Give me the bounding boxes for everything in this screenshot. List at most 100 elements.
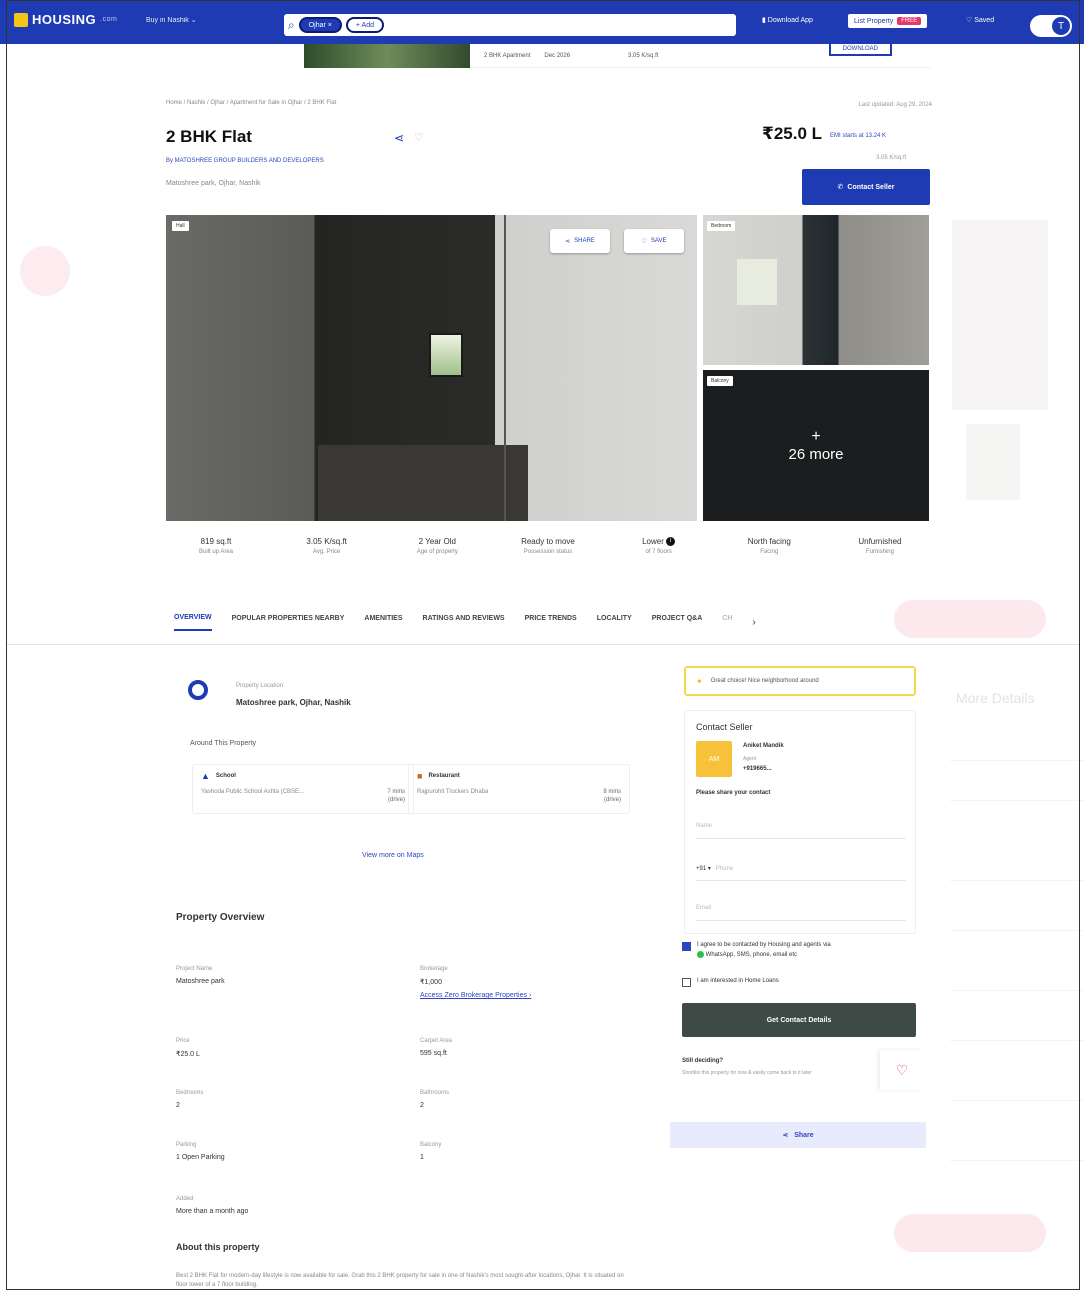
nearby-category: ■ Restaurant bbox=[417, 771, 621, 781]
home-loans-text: I am interested in Home Loans bbox=[697, 978, 779, 984]
tab-truncated[interactable]: CH bbox=[722, 615, 732, 630]
profile-menu-button[interactable]: T bbox=[1030, 15, 1072, 37]
developer-link[interactable]: By MATOSHREE GROUP BUILDERS AND DEVELOPE… bbox=[166, 158, 324, 164]
share-contact-prompt: Please share your contact bbox=[696, 790, 771, 796]
chevron-down-icon: ▾ bbox=[707, 866, 715, 872]
overview-value: 2 bbox=[420, 1102, 424, 1109]
housing-logo[interactable]: HOUSING .com bbox=[14, 12, 117, 27]
share-icon[interactable]: ⋖ bbox=[394, 131, 404, 145]
notice-text: Great choice! Nice neighborhood around bbox=[710, 678, 819, 684]
saved-label: Saved bbox=[974, 17, 995, 24]
overview-label: Added bbox=[176, 1196, 194, 1202]
gallery-thumb-photo[interactable]: Bedroom bbox=[703, 215, 929, 365]
lightbulb-icon: ✦ bbox=[696, 676, 703, 686]
emi-link[interactable]: EMI starts at 13.24 K bbox=[830, 133, 886, 139]
about-property-text: Best 2 BHK Flat for modern-day lifestyle… bbox=[176, 1273, 624, 1288]
country-code-select[interactable]: +91 bbox=[696, 866, 706, 872]
nearby-category-label: Restaurant bbox=[428, 773, 460, 779]
breadcrumb[interactable]: Home / Nashik / Ojhar / Apartment for Sa… bbox=[166, 100, 336, 106]
still-deciding-title: Still deciding? bbox=[682, 1058, 724, 1064]
gallery-more-photos[interactable]: Balcony + 26 more bbox=[703, 370, 929, 521]
section-tabs: OVERVIEW POPULAR PROPERTIES NEARBY AMENI… bbox=[174, 614, 756, 631]
overview-project-name: Project Name Matoshree park bbox=[176, 966, 225, 985]
agree-text: I agree to be contacted by Housing and a… bbox=[697, 942, 831, 948]
share-button[interactable]: ⋖ SHARE bbox=[550, 229, 610, 253]
overview-label: Balcony bbox=[420, 1142, 442, 1148]
gallery-main-photo[interactable]: Hall ⋖ SHARE ♡ SAVE bbox=[166, 215, 697, 521]
chevron-right-icon[interactable]: › bbox=[752, 617, 755, 628]
property-thumbnail[interactable] bbox=[304, 43, 470, 68]
photo-window bbox=[737, 259, 777, 305]
search-icon: ⌕ bbox=[288, 17, 295, 32]
saved-link[interactable]: ♡ Saved bbox=[966, 16, 994, 24]
background-pill bbox=[894, 600, 1046, 638]
list-property-button[interactable]: List Property FREE bbox=[848, 14, 928, 28]
tab-overview[interactable]: OVERVIEW bbox=[174, 614, 212, 631]
heart-icon: ♡ bbox=[966, 17, 975, 24]
fact-furnishing: Unfurnished Furnishing bbox=[830, 537, 930, 557]
sticky-config: 2 BHK Apartment bbox=[484, 52, 531, 59]
nearby-distance-value: 7 mins bbox=[387, 789, 405, 795]
whatsapp-icon bbox=[697, 950, 704, 958]
background-divider bbox=[950, 800, 1084, 801]
get-contact-details-button[interactable]: Get Contact Details bbox=[682, 1003, 916, 1037]
list-property-label: List Property bbox=[854, 17, 894, 25]
download-app-label: Download App bbox=[767, 17, 813, 24]
agent-phone: +919665... bbox=[743, 766, 772, 772]
share-button[interactable]: ⋖ Share bbox=[670, 1122, 926, 1148]
add-locality-chip[interactable]: + Add bbox=[345, 17, 385, 33]
overview-added: Added More than a month ago bbox=[176, 1196, 248, 1215]
home-loans-checkbox[interactable] bbox=[682, 978, 691, 987]
overview-value: 595 sq.ft bbox=[420, 1050, 447, 1057]
email-field[interactable]: Email bbox=[696, 897, 906, 921]
photo-window bbox=[429, 333, 463, 377]
save-button[interactable]: ♡ SAVE bbox=[624, 229, 684, 253]
agree-checkbox[interactable] bbox=[682, 942, 691, 951]
city-select-dropdown[interactable]: Buy in Nashik ⌄ bbox=[146, 16, 197, 24]
view-on-maps-link[interactable]: View more on Maps bbox=[362, 852, 424, 859]
property-overview-title: Property Overview bbox=[176, 912, 265, 923]
search-locality-chip[interactable]: Ojhar × bbox=[298, 17, 342, 33]
name-field[interactable]: Name bbox=[696, 815, 906, 839]
nearby-card-restaurant[interactable]: ■ Restaurant Rajpurohit Truckers Dhaba 8… bbox=[408, 764, 630, 814]
tab-amenities[interactable]: AMENITIES bbox=[364, 615, 402, 630]
quick-facts: 819 sq.ft Built up Area 3.05 K/sq.ft Avg… bbox=[166, 537, 930, 557]
top-navbar: HOUSING .com Buy in Nashik ⌄ ⌕ Ojhar × +… bbox=[0, 0, 1084, 44]
download-app-link[interactable]: ▮ Download App bbox=[762, 16, 813, 24]
school-icon: ▲ bbox=[201, 771, 210, 781]
close-icon[interactable]: × bbox=[326, 22, 332, 29]
agent-role: Agent bbox=[743, 756, 757, 762]
home-loans-row[interactable]: I am interested in Home Loans bbox=[682, 977, 918, 987]
photo-divider bbox=[504, 215, 506, 521]
nearby-card-school[interactable]: ▲ School Yashoda Public School Ashta (CB… bbox=[192, 764, 414, 814]
overview-label: Bedrooms bbox=[176, 1090, 204, 1096]
tab-ratings[interactable]: RATINGS AND REVIEWS bbox=[423, 615, 505, 630]
heart-icon[interactable]: ♡ bbox=[414, 131, 424, 144]
download-brochure-button[interactable]: DOWNLOAD bbox=[828, 44, 892, 56]
info-icon[interactable]: i bbox=[666, 537, 676, 547]
overview-price: Price ₹25.0 L bbox=[176, 1038, 200, 1058]
fact-value: Ready to move bbox=[521, 537, 575, 546]
agent-name: Aniket Mandik bbox=[743, 743, 784, 749]
last-updated: Last updated: Aug 29, 2024 bbox=[858, 102, 932, 108]
background-pill bbox=[894, 1214, 1046, 1252]
search-bar[interactable]: ⌕ Ojhar × + Add bbox=[284, 14, 736, 36]
tabs-divider bbox=[6, 644, 1080, 645]
phone-field[interactable]: +91 ▾ Phone bbox=[696, 857, 906, 881]
tab-popular-properties[interactable]: POPULAR PROPERTIES NEARBY bbox=[232, 615, 345, 630]
overview-value: ₹25.0 L bbox=[176, 1051, 200, 1058]
heart-icon: ♡ bbox=[641, 238, 647, 245]
contact-seller-button[interactable]: ✆ Contact Seller bbox=[802, 169, 930, 205]
agree-contact-row[interactable]: I agree to be contacted by Housing and a… bbox=[682, 941, 918, 960]
nearby-name: Rajpurohit Truckers Dhaba bbox=[417, 789, 489, 795]
shortlist-heart-button[interactable]: ♡ bbox=[880, 1050, 924, 1090]
still-deciding-text: Shortlist this property for now & easily… bbox=[682, 1070, 812, 1076]
zero-brokerage-link[interactable]: Access Zero Brokerage Properties › bbox=[420, 992, 531, 999]
tab-price-trends[interactable]: PRICE TRENDS bbox=[525, 615, 577, 630]
fact-value: Unfurnished bbox=[858, 537, 902, 546]
tab-project-qa[interactable]: PROJECT Q&A bbox=[652, 615, 703, 630]
phone-icon: ✆ bbox=[837, 184, 844, 191]
photo-floor bbox=[318, 445, 528, 521]
tab-locality[interactable]: LOCALITY bbox=[597, 615, 632, 630]
around-property-title: Around This Property bbox=[190, 740, 257, 747]
